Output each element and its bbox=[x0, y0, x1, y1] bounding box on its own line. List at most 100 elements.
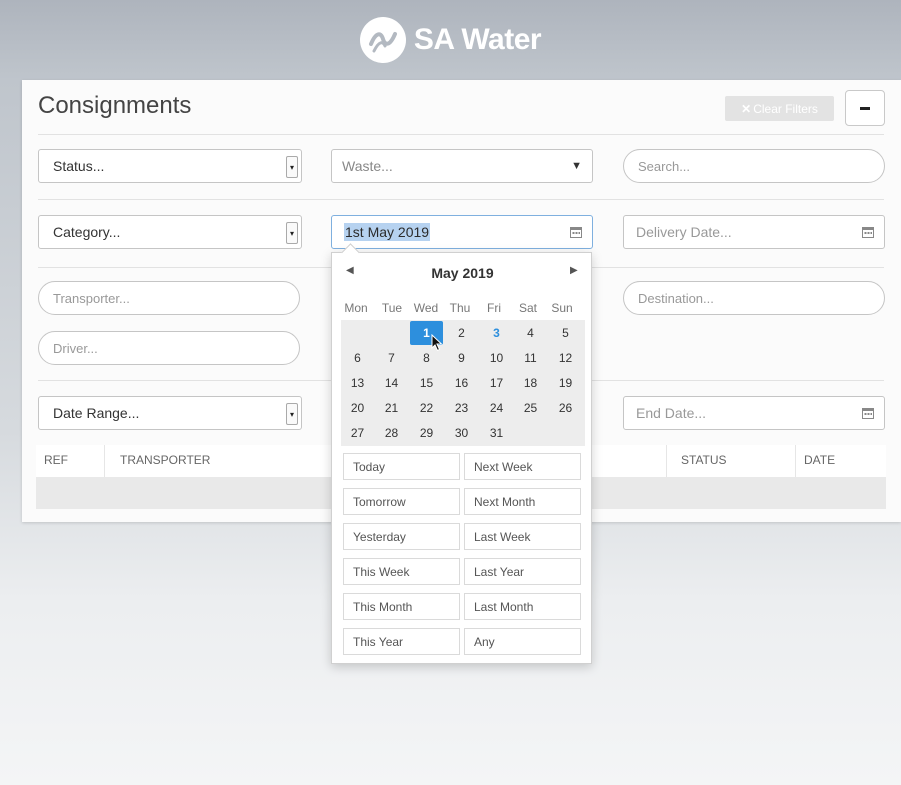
column-header-ref[interactable]: REF bbox=[44, 453, 68, 467]
app-header: SA Water bbox=[0, 0, 901, 80]
destination-input[interactable]: Destination... bbox=[623, 281, 885, 315]
calendar-icon bbox=[570, 227, 582, 238]
driver-placeholder: Driver... bbox=[53, 340, 98, 356]
range-option-this-month[interactable]: This Month bbox=[343, 593, 460, 620]
caret-down-icon: ▾ bbox=[286, 403, 298, 425]
column-divider bbox=[795, 445, 796, 477]
calendar-day[interactable]: 16 bbox=[445, 371, 478, 395]
calendar-day[interactable]: 30 bbox=[445, 421, 478, 445]
calendar-day[interactable]: 27 bbox=[341, 421, 374, 445]
close-icon: ✕ bbox=[741, 101, 752, 116]
range-option-last-week[interactable]: Last Week bbox=[464, 523, 581, 550]
calendar-day[interactable]: 19 bbox=[549, 371, 582, 395]
calendar-day[interactable]: 28 bbox=[375, 421, 408, 445]
range-option-next-month[interactable]: Next Month bbox=[464, 488, 581, 515]
calendar-day[interactable]: 18 bbox=[514, 371, 547, 395]
caret-down-icon: ▾ bbox=[286, 222, 298, 244]
end-date-input[interactable]: End Date... bbox=[623, 396, 885, 430]
search-input[interactable]: Search... bbox=[623, 149, 885, 183]
weekday-label: Sat bbox=[518, 301, 537, 315]
calendar-day[interactable]: 6 bbox=[341, 346, 374, 370]
calendar-icon bbox=[862, 408, 874, 419]
caret-down-icon: ▾ bbox=[286, 156, 298, 178]
column-divider bbox=[666, 445, 667, 477]
calendar-day[interactable]: 3 bbox=[480, 321, 513, 345]
divider bbox=[38, 199, 884, 200]
range-option-tomorrow[interactable]: Tomorrow bbox=[343, 488, 460, 515]
calendar-day[interactable]: 22 bbox=[410, 396, 443, 420]
range-option-last-month[interactable]: Last Month bbox=[464, 593, 581, 620]
calendar-day[interactable]: 9 bbox=[445, 346, 478, 370]
weekday-label: Thu bbox=[449, 301, 471, 315]
delivery-date-input[interactable]: Delivery Date... bbox=[623, 215, 885, 249]
status-select-value: Status... bbox=[53, 158, 105, 174]
column-header-date[interactable]: DATE bbox=[804, 453, 835, 467]
brand-name: SA Water bbox=[413, 23, 542, 56]
calendar-day[interactable]: 29 bbox=[410, 421, 443, 445]
calendar-day[interactable]: 17 bbox=[480, 371, 513, 395]
category-select[interactable]: Category... ▾ bbox=[38, 215, 302, 249]
weekday-label: Wed bbox=[413, 301, 439, 315]
search-input-placeholder: Search... bbox=[638, 158, 691, 174]
range-option-this-week[interactable]: This Week bbox=[343, 558, 460, 585]
calendar-day[interactable]: 2 bbox=[445, 321, 478, 345]
clear-filters-label: Clear Filters bbox=[753, 101, 818, 116]
collapse-panel-button[interactable] bbox=[845, 90, 885, 126]
range-option-this-year[interactable]: This Year bbox=[343, 628, 460, 655]
calendar-day[interactable]: 14 bbox=[375, 371, 408, 395]
category-select-value: Category... bbox=[53, 224, 121, 240]
page-title: Consignments bbox=[38, 92, 192, 119]
transporter-input[interactable]: Transporter... bbox=[38, 281, 300, 315]
column-divider bbox=[104, 445, 105, 477]
calendar-day[interactable]: 11 bbox=[514, 346, 547, 370]
weekday-label: Tue bbox=[381, 301, 403, 315]
clear-filters-button[interactable]: ✕ Clear Filters bbox=[725, 96, 834, 121]
calendar-day[interactable]: 15 bbox=[410, 371, 443, 395]
range-option-any[interactable]: Any bbox=[464, 628, 581, 655]
weekday-label: Mon bbox=[344, 301, 368, 315]
transporter-placeholder: Transporter... bbox=[53, 290, 130, 306]
range-option-next-week[interactable]: Next Week bbox=[464, 453, 581, 480]
calendar-day[interactable]: 21 bbox=[375, 396, 408, 420]
status-select[interactable]: Status... ▾ bbox=[38, 149, 302, 183]
calendar-day[interactable]: 20 bbox=[341, 396, 374, 420]
calendar-day[interactable]: 12 bbox=[549, 346, 582, 370]
range-option-today[interactable]: Today bbox=[343, 453, 460, 480]
waste-select[interactable]: Waste... ▼ bbox=[331, 149, 593, 183]
waste-select-value: Waste... bbox=[342, 158, 393, 174]
datepicker-dropdown: ◀ May 2019 ▶ Mon Tue Wed Thu Fri Sat Sun 12345… bbox=[331, 252, 592, 664]
end-date-placeholder: End Date... bbox=[636, 405, 707, 421]
calendar-day[interactable]: 10 bbox=[480, 346, 513, 370]
chevron-down-icon: ▼ bbox=[571, 160, 582, 172]
divider bbox=[38, 134, 884, 135]
start-date-input[interactable]: 1st May 2019 bbox=[331, 215, 593, 249]
calendar-day[interactable]: 26 bbox=[549, 396, 582, 420]
calendar-day[interactable]: 24 bbox=[480, 396, 513, 420]
weekday-label: Sun bbox=[551, 301, 573, 315]
brand-logo: SA Water bbox=[359, 17, 542, 63]
calendar-day[interactable]: 13 bbox=[341, 371, 374, 395]
mouse-cursor-icon bbox=[431, 334, 443, 352]
column-header-status[interactable]: STATUS bbox=[681, 453, 727, 467]
sa-water-logo-icon bbox=[359, 17, 406, 63]
calendar-icon bbox=[862, 227, 874, 238]
date-range-select[interactable]: Date Range... ▾ bbox=[38, 396, 302, 430]
calendar-day-grid: 1 2 3 4 5 6 7 8 9 10 11 12 13 14 15 16 17 18 19 20 21 22 23 24 2… bbox=[341, 320, 585, 446]
date-range-select-value: Date Range... bbox=[53, 405, 140, 421]
calendar-day[interactable]: 7 bbox=[375, 346, 408, 370]
calendar-day[interactable]: 4 bbox=[514, 321, 547, 345]
driver-input[interactable]: Driver... bbox=[38, 331, 300, 365]
calendar-day[interactable]: 5 bbox=[549, 321, 582, 345]
range-option-yesterday[interactable]: Yesterday bbox=[343, 523, 460, 550]
start-date-value: 1st May 2019 bbox=[344, 223, 431, 241]
calendar-day[interactable]: 23 bbox=[445, 396, 478, 420]
calendar-day[interactable]: 31 bbox=[480, 421, 513, 445]
minus-icon bbox=[860, 106, 870, 110]
destination-placeholder: Destination... bbox=[638, 290, 714, 306]
weekday-label: Fri bbox=[487, 301, 501, 315]
calendar-day[interactable]: 25 bbox=[514, 396, 547, 420]
range-option-last-year[interactable]: Last Year bbox=[464, 558, 581, 585]
chevron-right-icon[interactable]: ▶ bbox=[570, 265, 578, 276]
datepicker-month-label: May 2019 bbox=[431, 265, 494, 281]
column-header-transporter[interactable]: TRANSPORTER bbox=[120, 453, 210, 467]
